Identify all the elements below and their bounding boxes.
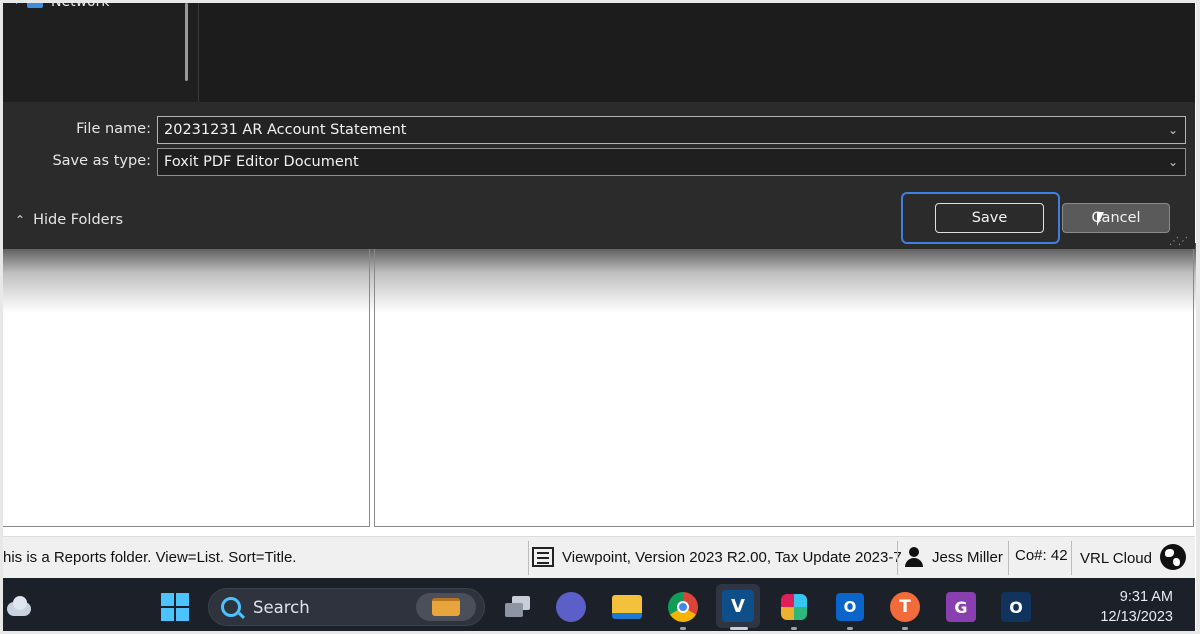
running-indicator: [791, 627, 797, 630]
running-indicator: [847, 627, 853, 630]
status-divider: [528, 541, 529, 575]
app-o-glyph: O: [1001, 592, 1031, 622]
viewpoint-glyph: V: [722, 590, 754, 622]
folder-info-text: his is a Reports folder. View=List. Sort…: [3, 549, 297, 566]
outlook-glyph: O: [836, 593, 864, 621]
outlook-new-icon[interactable]: O: [833, 590, 867, 624]
system-clock[interactable]: 9:31 AM 12/13/2023: [1100, 587, 1173, 627]
status-divider: [1008, 541, 1009, 575]
building-icon: [532, 547, 554, 567]
chevron-down-icon[interactable]: ⌄: [1165, 154, 1181, 170]
dialog-browser-area: › Network: [3, 3, 1195, 102]
navigation-pane[interactable]: › Network: [3, 3, 199, 102]
meet-app-icon[interactable]: [554, 590, 588, 624]
clock-date: 12/13/2023: [1100, 609, 1173, 625]
chevron-right-icon: ›: [15, 0, 19, 8]
foxit-glyph: G: [946, 592, 976, 622]
save-as-dialog: › Network File name: 20231231 AR Account…: [3, 3, 1195, 249]
resize-grip-icon[interactable]: ⋰⋰: [1169, 236, 1188, 247]
active-indicator: [730, 627, 748, 630]
status-divider: [897, 541, 898, 575]
slack-icon[interactable]: [777, 590, 811, 624]
version-info: Viewpoint, Version 2023 R2.00, Tax Updat…: [532, 547, 902, 567]
cloud-label: VRL Cloud: [1080, 549, 1152, 567]
nav-scrollbar[interactable]: [185, 3, 188, 81]
status-bar: his is a Reports folder. View=List. Sort…: [3, 536, 1195, 578]
nav-item-network[interactable]: › Network: [15, 0, 110, 10]
nav-item-label: Network: [51, 0, 110, 10]
viewpoint-app-icon[interactable]: V: [716, 584, 760, 628]
user-info: Jess Miller: [904, 547, 1003, 567]
file-name-input[interactable]: 20231231 AR Account Statement ⌄: [157, 116, 1186, 144]
user-icon: [904, 547, 924, 567]
company-number: Co#: 42: [1015, 547, 1068, 564]
search-icon: [221, 597, 241, 617]
task-view-icon[interactable]: [500, 590, 534, 624]
status-divider: [1071, 541, 1072, 575]
save-type-select[interactable]: Foxit PDF Editor Document ⌄: [157, 148, 1186, 176]
network-icon: [27, 3, 43, 8]
chevron-up-icon: ⌃: [15, 213, 26, 227]
file-name-value: 20231231 AR Account Statement: [164, 122, 407, 138]
tool-t-icon[interactable]: T: [888, 590, 922, 624]
foxit-pdf-icon[interactable]: G: [944, 590, 978, 624]
save-button[interactable]: Save: [935, 203, 1044, 233]
search-label: Search: [253, 597, 310, 617]
hide-folders-label: Hide Folders: [33, 212, 124, 228]
folder-tree-pane[interactable]: [3, 243, 370, 527]
chrome-icon[interactable]: [666, 590, 700, 624]
save-type-label: Save as type:: [52, 153, 151, 169]
app-o-icon[interactable]: O: [999, 590, 1033, 624]
clock-time: 9:31 AM: [1119, 589, 1173, 605]
taskbar: Search V O T G O 9:31 AM 12/13/2023: [3, 578, 1195, 631]
cloud-info: VRL Cloud: [1080, 544, 1186, 570]
taskbar-search[interactable]: Search: [208, 588, 485, 626]
hide-folders-button[interactable]: ⌃ Hide Folders: [15, 212, 123, 228]
briefcase-icon: [416, 593, 476, 621]
chevron-down-icon[interactable]: ⌄: [1165, 122, 1181, 138]
save-type-value: Foxit PDF Editor Document: [164, 154, 359, 170]
running-indicator: [902, 627, 908, 630]
file-explorer-icon[interactable]: [610, 590, 644, 624]
file-name-label: File name:: [76, 121, 151, 137]
cancel-button[interactable]: Cancel: [1062, 203, 1170, 233]
user-name: Jess Miller: [932, 548, 1003, 566]
mouse-cursor-icon: [1097, 212, 1104, 226]
screen: › Network File name: 20231231 AR Account…: [0, 0, 1200, 634]
report-list-pane[interactable]: [374, 243, 1194, 527]
globe-icon: [1159, 544, 1186, 570]
version-text: Viewpoint, Version 2023 R2.00, Tax Updat…: [562, 548, 902, 566]
tool-t-glyph: T: [890, 592, 920, 622]
weather-cloud-icon[interactable]: [7, 596, 33, 616]
running-indicator: [680, 627, 686, 630]
windows-start-icon[interactable]: [161, 593, 189, 621]
